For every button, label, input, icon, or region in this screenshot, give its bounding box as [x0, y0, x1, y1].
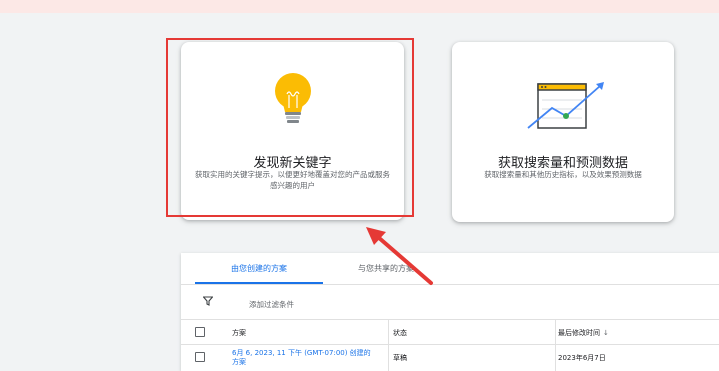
filter-icon[interactable]: [203, 296, 213, 306]
tab-my-plans[interactable]: 由您创建的方案: [195, 253, 323, 284]
sort-descending-icon: ↓: [603, 329, 609, 337]
plan-link[interactable]: 6月 6, 2023, 11 下午 (GMT-07:00) 创建的方案: [232, 349, 372, 367]
tabs-divider: [181, 284, 719, 285]
column-separator: [555, 320, 556, 371]
search-volume-forecast-card[interactable]: 获取搜索量和预测数据 获取搜索量和其他历史指标，以及效果预测数据: [452, 42, 674, 222]
column-header-last-modified[interactable]: 最后修改时间 ↓: [558, 328, 609, 338]
tab-shared-plans[interactable]: 与您共享的方案: [331, 253, 441, 284]
discover-keywords-card[interactable]: 发现新关键字 获取实用的关键字提示，以便更好地覆盖对您的产品或服务感兴趣的用户: [181, 42, 404, 220]
add-filter-button[interactable]: 添加过滤条件: [249, 299, 294, 310]
card-description: 获取搜索量和其他历史指标，以及效果预测数据: [484, 170, 642, 179]
lightbulb-icon: [275, 73, 311, 123]
column-header-plan[interactable]: 方案: [232, 328, 246, 338]
row-checkbox[interactable]: [195, 352, 205, 362]
plan-last-modified: 2023年6月7日: [558, 354, 606, 362]
select-all-checkbox[interactable]: [195, 327, 205, 337]
plans-panel: 由您创建的方案 与您共享的方案 添加过滤条件 方案 状态 最后修改时间 ↓ 6月 …: [181, 253, 719, 371]
top-banner: [0, 0, 719, 13]
table-divider: [181, 319, 719, 320]
growth-chart-icon: [527, 82, 604, 129]
column-header-label: 最后修改时间: [558, 329, 600, 337]
plan-status: 草稿: [393, 354, 407, 362]
column-header-status[interactable]: 状态: [393, 328, 407, 338]
row-divider: [181, 344, 719, 345]
column-separator: [388, 320, 389, 371]
card-description: 获取实用的关键字提示，以便更好地覆盖对您的产品或服务感兴趣的用户: [195, 170, 390, 190]
